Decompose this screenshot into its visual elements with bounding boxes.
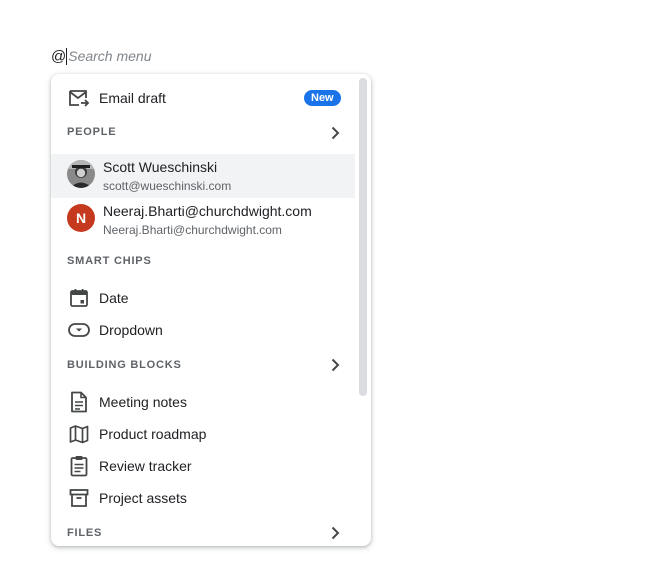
- person-item[interactable]: N Neeraj.Bharti@churchdwight.com Neeraj.…: [51, 198, 355, 242]
- menu-item-label: Dropdown: [99, 322, 163, 338]
- dropdown-chip-icon: [67, 318, 91, 342]
- person-name: Scott Wueschinski: [103, 159, 218, 175]
- section-header-files: FILES: [67, 527, 103, 539]
- clipboard-icon: [67, 454, 91, 478]
- person-item[interactable]: Scott Wueschinski scott@wueschinski.com: [51, 154, 355, 198]
- menu-item-date[interactable]: Date: [51, 286, 355, 310]
- section-header-building-blocks: BUILDING BLOCKS: [67, 359, 182, 371]
- menu-scrollbar[interactable]: [359, 78, 367, 396]
- menu-item-dropdown[interactable]: Dropdown: [51, 318, 355, 342]
- section-files[interactable]: FILES: [51, 522, 355, 542]
- calendar-icon: [67, 286, 91, 310]
- new-badge: New: [304, 90, 341, 106]
- chevron-right-icon[interactable]: [327, 357, 343, 373]
- chevron-right-icon[interactable]: [327, 525, 343, 541]
- menu-item-project-assets[interactable]: Project assets: [51, 486, 355, 510]
- at-trigger: @: [51, 47, 67, 65]
- menu-item-product-roadmap[interactable]: Product roadmap: [51, 422, 355, 446]
- menu-item-label: Meeting notes: [99, 394, 187, 410]
- menu-item-meeting-notes[interactable]: Meeting notes: [51, 390, 355, 414]
- section-header-smart-chips: SMART CHIPS: [67, 255, 152, 267]
- menu-item-label: Review tracker: [99, 458, 192, 474]
- chevron-right-icon[interactable]: [327, 125, 343, 141]
- text-caret: [66, 47, 68, 65]
- person-name: Neeraj.Bharti@churchdwight.com: [103, 203, 312, 219]
- menu-item-review-tracker[interactable]: Review tracker: [51, 454, 355, 478]
- insert-menu: Email draft New PEOPLE Scott Wueschinski…: [51, 74, 371, 546]
- document-icon: [67, 390, 91, 414]
- menu-item-label: Date: [99, 290, 129, 306]
- avatar: N: [67, 204, 95, 232]
- avatar: [67, 160, 95, 188]
- menu-item-label: Email draft: [99, 90, 166, 106]
- archive-box-icon: [67, 486, 91, 510]
- search-line[interactable]: @ Search menu: [51, 46, 152, 66]
- section-header-people: PEOPLE: [67, 126, 117, 138]
- person-email: Neeraj.Bharti@churchdwight.com: [103, 223, 282, 237]
- email-draft-icon: [67, 86, 91, 110]
- menu-item-label: Project assets: [99, 490, 187, 506]
- map-icon: [67, 422, 91, 446]
- person-email: scott@wueschinski.com: [103, 179, 232, 193]
- search-placeholder: Search menu: [68, 48, 152, 64]
- section-building-blocks[interactable]: BUILDING BLOCKS: [51, 354, 355, 374]
- menu-item-email-draft[interactable]: Email draft New: [51, 86, 355, 110]
- section-people[interactable]: PEOPLE: [51, 122, 355, 142]
- menu-item-label: Product roadmap: [99, 426, 207, 442]
